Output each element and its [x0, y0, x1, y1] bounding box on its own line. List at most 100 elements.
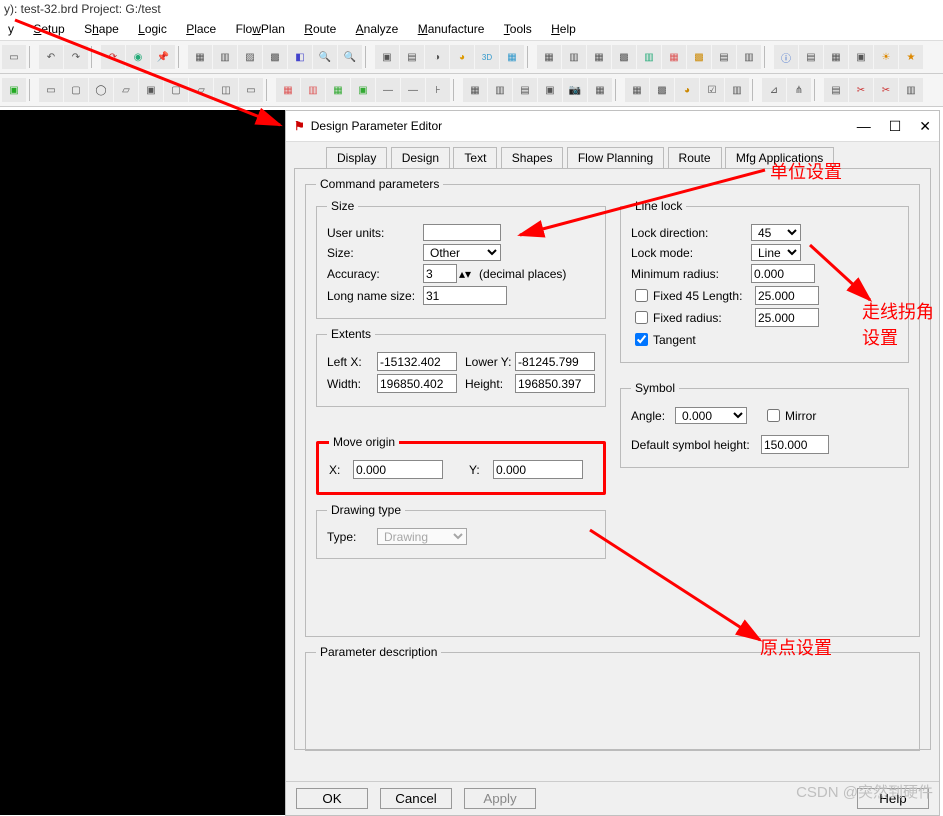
- fixed-45-input[interactable]: [755, 286, 819, 305]
- tb-icon[interactable]: ▭: [2, 45, 26, 69]
- fixed-radius-input[interactable]: [755, 308, 819, 327]
- tb-icon[interactable]: ◯: [89, 78, 113, 102]
- tb-icon[interactable]: ★: [899, 45, 923, 69]
- tab-text[interactable]: Text: [453, 147, 497, 168]
- tab-design[interactable]: Design: [391, 147, 450, 169]
- menu-help[interactable]: Help: [543, 20, 584, 38]
- tb-icon[interactable]: ▦: [824, 45, 848, 69]
- tangent-checkbox[interactable]: [635, 333, 648, 346]
- tb-icon[interactable]: ▤: [513, 78, 537, 102]
- tb-icon[interactable]: ▣: [375, 45, 399, 69]
- default-symbol-height-input[interactable]: [761, 435, 829, 454]
- angle-select[interactable]: 0.000: [675, 407, 747, 424]
- cancel-button[interactable]: Cancel: [380, 788, 452, 809]
- menu-logic[interactable]: Logic: [130, 20, 175, 38]
- help-button[interactable]: Help: [857, 788, 929, 809]
- tb-icon[interactable]: ▤: [824, 78, 848, 102]
- redo-icon[interactable]: ↷: [64, 45, 88, 69]
- user-units-select[interactable]: Mils: [423, 224, 501, 241]
- tb-icon[interactable]: ▦: [588, 78, 612, 102]
- tb-icon[interactable]: ▥: [562, 45, 586, 69]
- tb-icon[interactable]: ▦: [500, 45, 524, 69]
- tb-icon[interactable]: ▣: [351, 78, 375, 102]
- tb-icon[interactable]: ✂: [849, 78, 873, 102]
- tb-icon[interactable]: ▣: [2, 78, 26, 102]
- tb-icon[interactable]: ▥: [301, 78, 325, 102]
- tb-icon[interactable]: ▣: [538, 78, 562, 102]
- fixed-radius-checkbox[interactable]: [635, 311, 648, 324]
- pin-icon[interactable]: 📌: [151, 45, 175, 69]
- menu-place[interactable]: Place: [178, 20, 224, 38]
- tb-icon[interactable]: ▩: [650, 78, 674, 102]
- leftx-input[interactable]: [377, 352, 457, 371]
- tb-icon[interactable]: ▦: [662, 45, 686, 69]
- close-button[interactable]: ✕: [919, 118, 931, 135]
- menu-analyze[interactable]: Analyze: [348, 20, 407, 38]
- tb-icon[interactable]: ▥: [637, 45, 661, 69]
- tb-icon[interactable]: ▤: [712, 45, 736, 69]
- maximize-button[interactable]: ☐: [889, 118, 902, 135]
- tb-icon[interactable]: ▱: [189, 78, 213, 102]
- tb-3d-icon[interactable]: 3D: [475, 45, 499, 69]
- tb-icon[interactable]: —: [401, 78, 425, 102]
- tb-icon[interactable]: ▣: [139, 78, 163, 102]
- tb-icon[interactable]: ▭: [39, 78, 63, 102]
- tb-icon[interactable]: ▦: [625, 78, 649, 102]
- tb-icon[interactable]: ◕: [675, 78, 699, 102]
- refresh-icon[interactable]: ⟳: [101, 45, 125, 69]
- grid-icon[interactable]: ▦: [537, 45, 561, 69]
- tb-icon[interactable]: ▦: [463, 78, 487, 102]
- tb-icon[interactable]: ◕: [450, 45, 474, 69]
- design-canvas[interactable]: [0, 110, 285, 815]
- tb-icon[interactable]: ▥: [488, 78, 512, 102]
- origin-y-input[interactable]: [493, 460, 583, 479]
- camera-icon[interactable]: 📷: [563, 78, 587, 102]
- lock-direction-select[interactable]: 45: [751, 224, 801, 241]
- menu-route[interactable]: Route: [296, 20, 344, 38]
- tb-icon[interactable]: ⊦: [426, 78, 450, 102]
- tb-icon[interactable]: ▢: [164, 78, 188, 102]
- tb-icon[interactable]: ▩: [263, 45, 287, 69]
- tb-icon[interactable]: ▥: [737, 45, 761, 69]
- menu-setup[interactable]: Setup: [25, 20, 72, 38]
- tb-icon[interactable]: ✂: [874, 78, 898, 102]
- apply-button[interactable]: Apply: [464, 788, 536, 809]
- fixed-45-checkbox[interactable]: [635, 289, 648, 302]
- ok-button[interactable]: OK: [296, 788, 368, 809]
- menu-tools[interactable]: Tools: [496, 20, 540, 38]
- minimum-radius-input[interactable]: [751, 264, 815, 283]
- zoom-out-icon[interactable]: 🔍: [338, 45, 362, 69]
- tb-icon[interactable]: ▦: [587, 45, 611, 69]
- zoom-in-icon[interactable]: 🔍: [313, 45, 337, 69]
- info-icon[interactable]: ⓘ: [774, 45, 798, 69]
- lock-mode-select[interactable]: Line: [751, 244, 801, 261]
- tb-icon[interactable]: ▥: [899, 78, 923, 102]
- tab-shapes[interactable]: Shapes: [501, 147, 564, 168]
- tb-icon[interactable]: ▭: [239, 78, 263, 102]
- tb-icon[interactable]: —: [376, 78, 400, 102]
- tb-icon[interactable]: ◑: [425, 45, 449, 69]
- tb-icon[interactable]: ▤: [799, 45, 823, 69]
- menu-flowplan[interactable]: FlowPlan: [228, 20, 293, 38]
- long-name-size-input[interactable]: [423, 286, 507, 305]
- tb-icon[interactable]: ▢: [64, 78, 88, 102]
- tb-icon[interactable]: ⊿: [762, 78, 786, 102]
- tb-icon[interactable]: ◧: [288, 45, 312, 69]
- tb-icon[interactable]: ▨: [238, 45, 262, 69]
- world-icon[interactable]: ◉: [126, 45, 150, 69]
- tab-route[interactable]: Route: [668, 147, 722, 168]
- tab-display[interactable]: Display: [326, 147, 387, 168]
- height-input[interactable]: [515, 374, 595, 393]
- tb-icon[interactable]: ◫: [214, 78, 238, 102]
- mirror-checkbox[interactable]: [767, 409, 780, 422]
- tb-icon[interactable]: ▥: [213, 45, 237, 69]
- tb-icon[interactable]: ▦: [276, 78, 300, 102]
- tb-icon[interactable]: ▩: [687, 45, 711, 69]
- tb-icon[interactable]: ☀: [874, 45, 898, 69]
- undo-icon[interactable]: ↶: [39, 45, 63, 69]
- lowery-input[interactable]: [515, 352, 595, 371]
- tb-icon[interactable]: ▩: [612, 45, 636, 69]
- accuracy-input[interactable]: [423, 264, 457, 283]
- tb-icon[interactable]: ▱: [114, 78, 138, 102]
- tb-icon[interactable]: ▣: [849, 45, 873, 69]
